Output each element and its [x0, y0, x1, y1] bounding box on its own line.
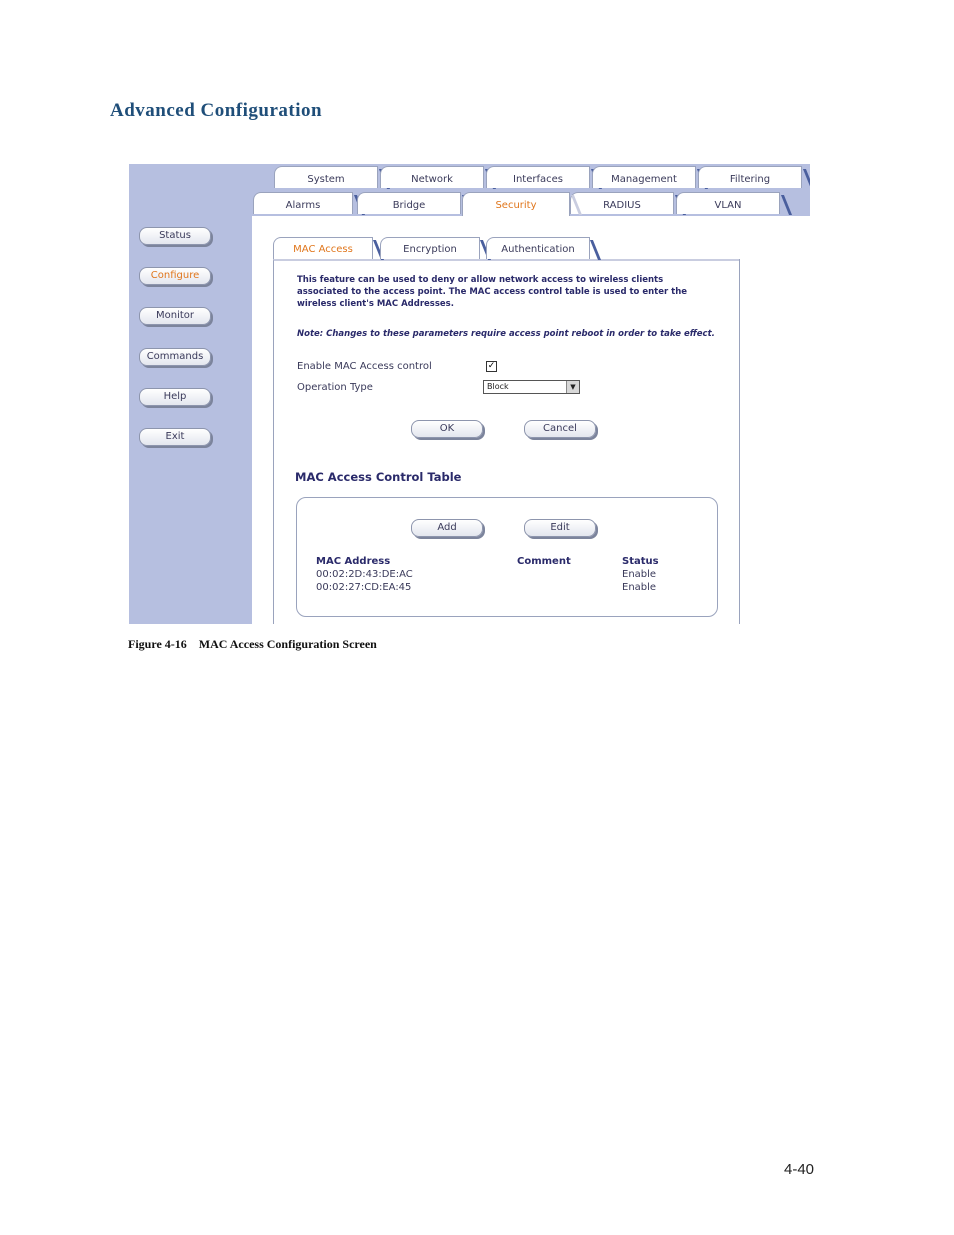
table-row-mac: 00:02:2D:43:DE:AC — [316, 569, 413, 580]
description-text: This feature can be used to deny or allo… — [297, 275, 688, 309]
column-header-mac: MAC Address — [316, 556, 391, 567]
enable-mac-access-checkbox[interactable]: ✓ — [486, 361, 497, 372]
section-heading: Advanced Configuration — [110, 100, 323, 121]
cancel-button[interactable]: Cancel — [524, 420, 596, 438]
sidebar-exit-button[interactable]: Exit — [139, 428, 211, 446]
table-row-status: Enable — [622, 582, 657, 593]
figure-caption: Figure 4-16 MAC Access Configuration Scr… — [128, 637, 377, 651]
tab-bridge[interactable]: Bridge — [357, 192, 461, 214]
page-number: 4-40 — [784, 1161, 815, 1178]
column-header-comment: Comment — [517, 556, 571, 567]
tab-system[interactable]: System — [274, 166, 378, 188]
subtab-mac-access[interactable]: MAC Access — [273, 237, 373, 259]
tab-vlan[interactable]: VLAN — [676, 192, 780, 214]
enable-mac-access-label: Enable MAC Access control — [297, 361, 432, 372]
tab-interfaces[interactable]: Interfaces — [486, 166, 590, 188]
tab-network[interactable]: Network — [380, 166, 484, 188]
subtab-encryption[interactable]: Encryption — [380, 237, 480, 259]
sidebar-configure-button[interactable]: Configure — [139, 267, 211, 285]
tab-security[interactable]: Security — [462, 192, 570, 216]
add-button[interactable]: Add — [411, 519, 483, 537]
sidebar-monitor-button[interactable]: Monitor — [139, 307, 211, 325]
tab-management[interactable]: Management — [592, 166, 696, 188]
ok-button[interactable]: OK — [411, 420, 483, 438]
reboot-note: Note: Changes to these parameters requir… — [297, 329, 715, 339]
sidebar-commands-button[interactable]: Commands — [139, 348, 211, 366]
table-row-status: Enable — [622, 569, 657, 580]
sidebar-help-button[interactable]: Help — [139, 388, 211, 406]
tab-filtering[interactable]: Filtering — [698, 166, 802, 188]
screenshot-figure: System Network Interfaces Management Fil… — [129, 164, 810, 624]
chevron-down-icon[interactable]: ▼ — [566, 381, 579, 393]
operation-type-value: Block — [487, 382, 509, 391]
sidebar-status-button[interactable]: Status — [139, 227, 211, 245]
column-header-status: Status — [622, 556, 659, 567]
tab-alarms[interactable]: Alarms — [253, 192, 353, 214]
operation-type-label: Operation Type — [297, 382, 373, 393]
operation-type-select[interactable]: Block ▼ — [483, 380, 580, 394]
edit-button[interactable]: Edit — [524, 519, 596, 537]
table-row-mac: 00:02:27:CD:EA:45 — [316, 582, 412, 593]
subtab-authentication[interactable]: Authentication — [486, 237, 590, 259]
content-panel-border — [739, 259, 740, 624]
tab-radius[interactable]: RADIUS — [570, 192, 674, 214]
checkmark-icon: ✓ — [487, 361, 496, 371]
mac-table-title: MAC Access Control Table — [295, 470, 462, 484]
